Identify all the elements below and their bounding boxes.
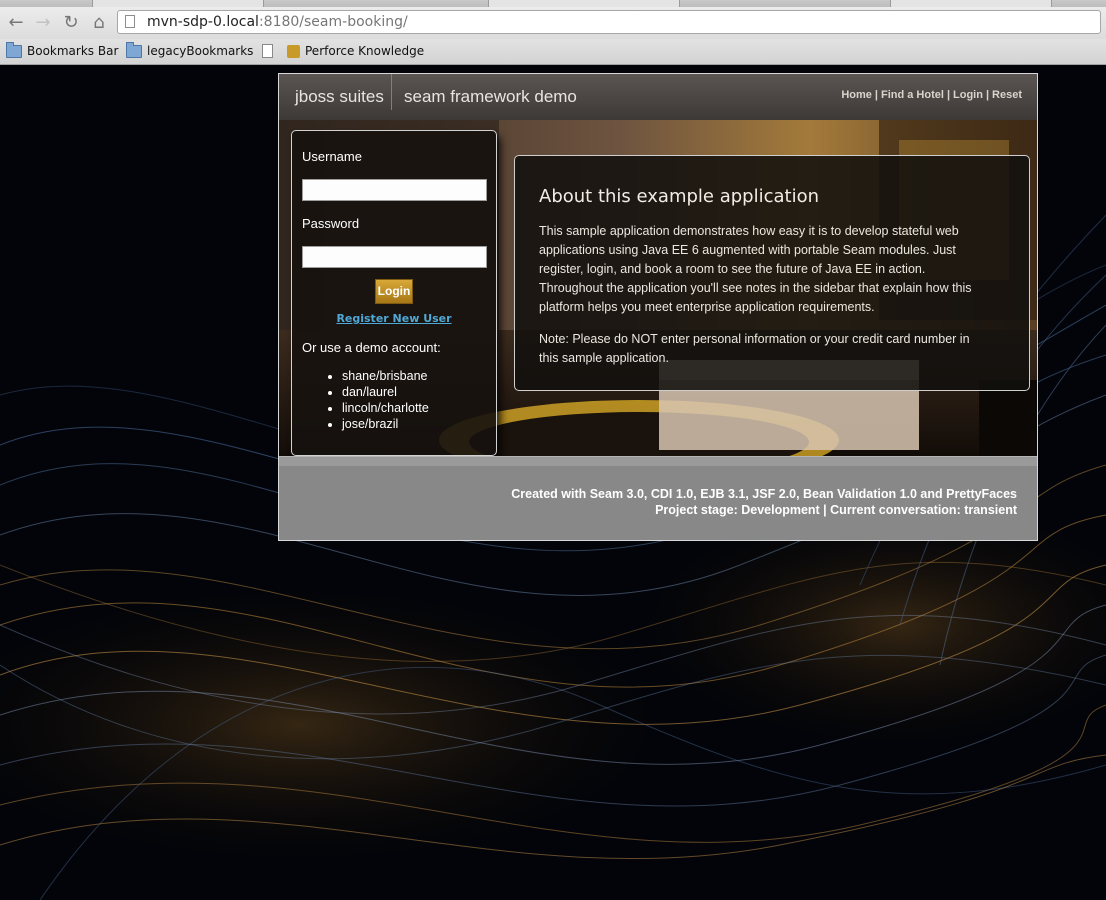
- browser-tab[interactable]: [92, 0, 264, 7]
- url-host: mvn-sdp-0.local: [147, 14, 259, 30]
- app-header: jboss suites seam framework demo Home | Fi…: [279, 74, 1037, 120]
- bookmark-page[interactable]: [262, 43, 278, 59]
- demo-account-item: lincoln/charlotte: [342, 400, 429, 416]
- perforce-icon: [287, 44, 300, 58]
- nav-home-link[interactable]: Home: [841, 89, 872, 101]
- password-input[interactable]: [302, 246, 487, 268]
- url-path: :8180/seam-booking/: [258, 14, 408, 30]
- address-bar[interactable]: mvn-sdp-0.local:8180/seam-booking/: [117, 10, 1101, 34]
- app-footer: Created with Seam 3.0, CDI 1.0, EJB 3.1,…: [279, 466, 1037, 540]
- nav-separator: |: [874, 89, 878, 101]
- nav-separator: |: [985, 89, 990, 101]
- bookmark-legacy[interactable]: legacyBookmarks: [126, 41, 254, 59]
- username-label: Username: [302, 149, 362, 164]
- forward-arrow-icon[interactable]: →: [33, 13, 53, 33]
- about-panel: About this example application This samp…: [514, 155, 1030, 391]
- bookmark-bookmarks-bar[interactable]: Bookmarks Bar: [6, 41, 119, 59]
- app-frame: jboss suites seam framework demo Home | Fi…: [278, 73, 1038, 541]
- demo-account-heading: Or use a demo account:: [302, 340, 441, 355]
- about-description: This sample application demonstrates how…: [539, 224, 972, 314]
- about-note: Note: Please do NOT enter personal infor…: [539, 332, 970, 365]
- bookmark-label: Perforce Knowledge: [305, 44, 425, 58]
- password-label: Password: [302, 216, 360, 231]
- folder-icon: [126, 41, 142, 58]
- demo-account-list: shane/brisbane dan/laurel lincoln/charlo…: [322, 368, 429, 432]
- register-new-user-link[interactable]: Register New User: [292, 312, 496, 325]
- username-input[interactable]: [302, 179, 487, 201]
- reload-icon[interactable]: ↻: [61, 13, 81, 33]
- top-nav: Home | Find a Hotel | Login | Reset: [841, 89, 1022, 101]
- login-button[interactable]: Login: [375, 279, 413, 304]
- demo-account-item: shane/brisbane: [342, 368, 429, 384]
- app-subtitle: seam framework demo: [404, 87, 577, 106]
- nav-find-hotel-link[interactable]: Find a Hotel: [881, 89, 944, 101]
- page-icon: [262, 44, 273, 58]
- bookmark-label: Bookmarks Bar: [27, 44, 119, 58]
- demo-account-item: dan/laurel: [342, 384, 429, 400]
- browser-tab-strip: [0, 0, 1106, 7]
- brand-name: jboss suites: [295, 87, 384, 106]
- home-icon[interactable]: ⌂: [89, 13, 109, 33]
- bookmark-perforce[interactable]: Perforce Knowledge: [287, 43, 424, 59]
- browser-tab[interactable]: [890, 0, 1052, 7]
- bookmark-label: legacyBookmarks: [147, 44, 254, 58]
- address-url: mvn-sdp-0.local:8180/seam-booking/: [147, 13, 408, 31]
- nav-login-link[interactable]: Login: [953, 89, 983, 101]
- page-viewport: jboss suites seam framework demo Home | Fi…: [0, 65, 1106, 900]
- back-arrow-icon[interactable]: ←: [6, 13, 26, 33]
- login-panel: Username Password Login Register New Use…: [291, 130, 497, 456]
- footer-project-stage: Project stage: Development | Current con…: [655, 503, 1017, 517]
- brand-divider: [391, 74, 392, 110]
- browser-tab[interactable]: [488, 0, 680, 7]
- about-title: About this example application: [539, 186, 819, 207]
- browser-toolbar: ← → ↻ ⌂ mvn-sdp-0.local:8180/seam-bookin…: [0, 7, 1106, 39]
- bookmarks-bar: Bookmarks Bar legacyBookmarks Perforce K…: [0, 39, 1106, 65]
- footer-credits: Created with Seam 3.0, CDI 1.0, EJB 3.1,…: [511, 487, 1017, 501]
- demo-account-item: jose/brazil: [342, 416, 429, 432]
- nav-separator: |: [946, 89, 951, 101]
- folder-icon: [6, 41, 22, 58]
- page-icon: [125, 15, 135, 28]
- nav-reset-link[interactable]: Reset: [992, 89, 1022, 101]
